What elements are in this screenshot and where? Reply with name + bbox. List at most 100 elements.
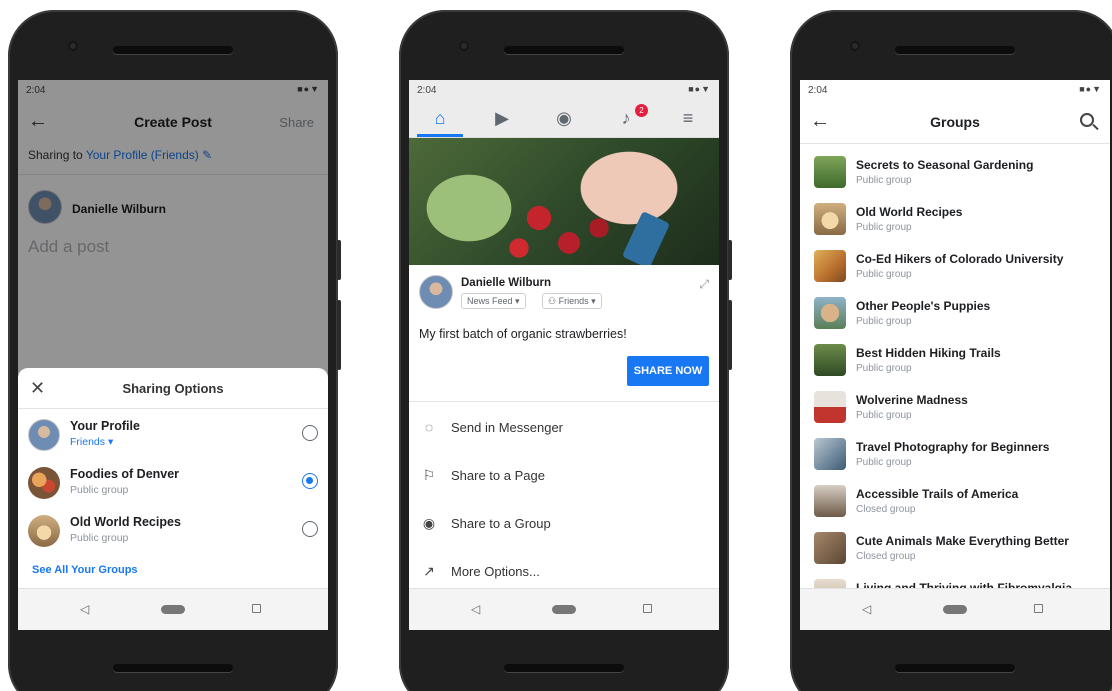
status-bar: 2:04 ■●▼: [409, 80, 719, 100]
volume-button: [728, 240, 732, 280]
flag-icon: ⚐: [422, 467, 436, 483]
group-thumbnail: [814, 344, 846, 376]
sheet-title: Sharing Options: [122, 381, 224, 396]
group-type: Closed group: [856, 551, 916, 562]
messenger-icon: ◌: [424, 419, 434, 435]
phone-create-post: 2:04 ■●▼ ← Create Post Share Sharing to …: [8, 10, 341, 691]
earpiece-speaker: [504, 46, 624, 54]
nav-home-icon[interactable]: [943, 605, 967, 614]
share-option-group[interactable]: ◉ Share to a Group: [409, 501, 719, 549]
video-icon[interactable]: ▶: [488, 108, 516, 129]
group-name: Cute Animals Make Everything Better: [856, 534, 1069, 548]
divider: [18, 408, 328, 409]
caret-down-icon: ▾: [107, 436, 114, 448]
avatar: [28, 419, 60, 451]
android-nav-bar: ◁: [409, 588, 719, 630]
share-option-messenger[interactable]: ◌ Send in Messenger: [409, 405, 719, 453]
earpiece-speaker: [895, 46, 1015, 54]
list-item[interactable]: Other People's Puppies Public group: [800, 295, 1110, 342]
status-icons: ■●▼: [688, 84, 711, 94]
chip-label: Friends: [558, 296, 589, 306]
group-icon: ◉: [422, 515, 436, 531]
nav-back-icon[interactable]: ◁: [471, 602, 480, 616]
group-name: Wolverine Madness: [856, 393, 968, 407]
facebook-top-bar: 2:04 ■●▼ ⌂ ▶ ◉ ♪ ≡ 2: [409, 80, 719, 138]
audience-chip-news-feed[interactable]: News Feed ▾: [461, 293, 526, 309]
list-item[interactable]: Accessible Trails of America Closed grou…: [800, 483, 1110, 530]
external-icon: ↗: [423, 563, 435, 579]
share-option-page[interactable]: ⚐ Share to a Page: [409, 453, 719, 501]
audience-chip-friends[interactable]: ⚇ Friends ▾: [542, 293, 602, 309]
front-camera: [68, 41, 78, 51]
caret-down-icon: ▾: [591, 296, 596, 306]
tab-bar: ⌂ ▶ ◉ ♪ ≡: [409, 104, 719, 136]
option-type: Public group: [70, 484, 129, 496]
power-button: [337, 300, 341, 370]
group-type: Public group: [856, 457, 912, 468]
post-text[interactable]: My first batch of organic strawberries!: [419, 327, 627, 341]
list-item[interactable]: Secrets to Seasonal Gardening Public gro…: [800, 154, 1110, 201]
see-all-groups-link[interactable]: See All Your Groups: [32, 564, 138, 576]
group-name: Other People's Puppies: [856, 299, 991, 313]
nav-back-icon[interactable]: ◁: [80, 602, 89, 616]
expand-icon[interactable]: ⤢: [699, 277, 709, 292]
group-thumbnail: [814, 485, 846, 517]
bottom-speaker: [113, 664, 233, 672]
group-thumbnail: [814, 438, 846, 470]
option-name: Your Profile: [70, 419, 140, 433]
share-option-label: Share to a Group: [451, 516, 551, 531]
menu-icon[interactable]: ≡: [674, 108, 702, 129]
sharing-options-sheet: ✕ Sharing Options Your Profile Friends ▾…: [18, 368, 328, 588]
page-title: Groups: [930, 114, 980, 130]
group-name: Secrets to Seasonal Gardening: [856, 158, 1034, 172]
radio-foodies-of-denver[interactable]: [302, 473, 318, 489]
nav-back-icon[interactable]: ◁: [862, 602, 871, 616]
share-option-label: More Options...: [451, 564, 540, 579]
screen-create-post: 2:04 ■●▼ ← Create Post Share Sharing to …: [18, 80, 328, 630]
group-type: Public group: [856, 175, 912, 186]
home-icon[interactable]: ⌂: [426, 108, 454, 129]
screen-groups: 2:04 ■●▼ ← Groups Secrets to Seasonal Ga…: [800, 80, 1110, 630]
nav-recent-icon[interactable]: [643, 604, 652, 613]
option-your-profile[interactable]: Your Profile Friends ▾: [18, 414, 328, 460]
dim-overlay: [18, 80, 328, 380]
screen-share-post: 2:04 ■●▼ ⌂ ▶ ◉ ♪ ≡ 2 Danielle Wilburn Ne…: [409, 80, 719, 630]
option-type: Public group: [70, 532, 129, 544]
list-item[interactable]: Best Hidden Hiking Trails Public group: [800, 342, 1110, 389]
share-option-label: Send in Messenger: [451, 420, 564, 435]
list-item[interactable]: Cute Animals Make Everything Better Clos…: [800, 530, 1110, 577]
author-name: Danielle Wilburn: [461, 277, 551, 289]
search-icon[interactable]: [1080, 113, 1094, 127]
group-name: Old World Recipes: [856, 205, 963, 219]
option-old-world-recipes[interactable]: Old World Recipes Public group: [18, 510, 328, 556]
nav-home-icon[interactable]: [552, 605, 576, 614]
avatar: [419, 275, 453, 309]
list-item[interactable]: Travel Photography for Beginners Public …: [800, 436, 1110, 483]
group-thumbnail: [814, 250, 846, 282]
option-name: Old World Recipes: [70, 515, 181, 529]
nav-home-icon[interactable]: [161, 605, 185, 614]
radio-your-profile[interactable]: [302, 425, 318, 441]
audience-label: Friends: [70, 436, 106, 448]
active-tab-indicator: [417, 134, 463, 137]
list-item[interactable]: Wolverine Madness Public group: [800, 389, 1110, 436]
caret-down-icon: ▾: [515, 296, 520, 306]
radio-old-world-recipes[interactable]: [302, 521, 318, 537]
share-now-button[interactable]: SHARE NOW: [627, 356, 709, 386]
front-camera: [850, 41, 860, 51]
group-name: Best Hidden Hiking Trails: [856, 346, 1001, 360]
groups-icon[interactable]: ◉: [550, 108, 578, 129]
earpiece-speaker: [113, 46, 233, 54]
friends-icon: ⚇: [548, 296, 557, 306]
group-type: Public group: [856, 316, 912, 327]
group-name: Co-Ed Hikers of Colorado University: [856, 252, 1064, 266]
audience-dropdown[interactable]: Friends ▾: [70, 436, 113, 448]
nav-recent-icon[interactable]: [252, 604, 261, 613]
option-name: Foodies of Denver: [70, 467, 180, 481]
option-foodies-of-denver[interactable]: Foodies of Denver Public group: [18, 462, 328, 508]
group-name: Accessible Trails of America: [856, 487, 1019, 501]
android-nav-bar: ◁: [800, 588, 1110, 630]
nav-recent-icon[interactable]: [1034, 604, 1043, 613]
list-item[interactable]: Co-Ed Hikers of Colorado University Publ…: [800, 248, 1110, 295]
list-item[interactable]: Old World Recipes Public group: [800, 201, 1110, 248]
